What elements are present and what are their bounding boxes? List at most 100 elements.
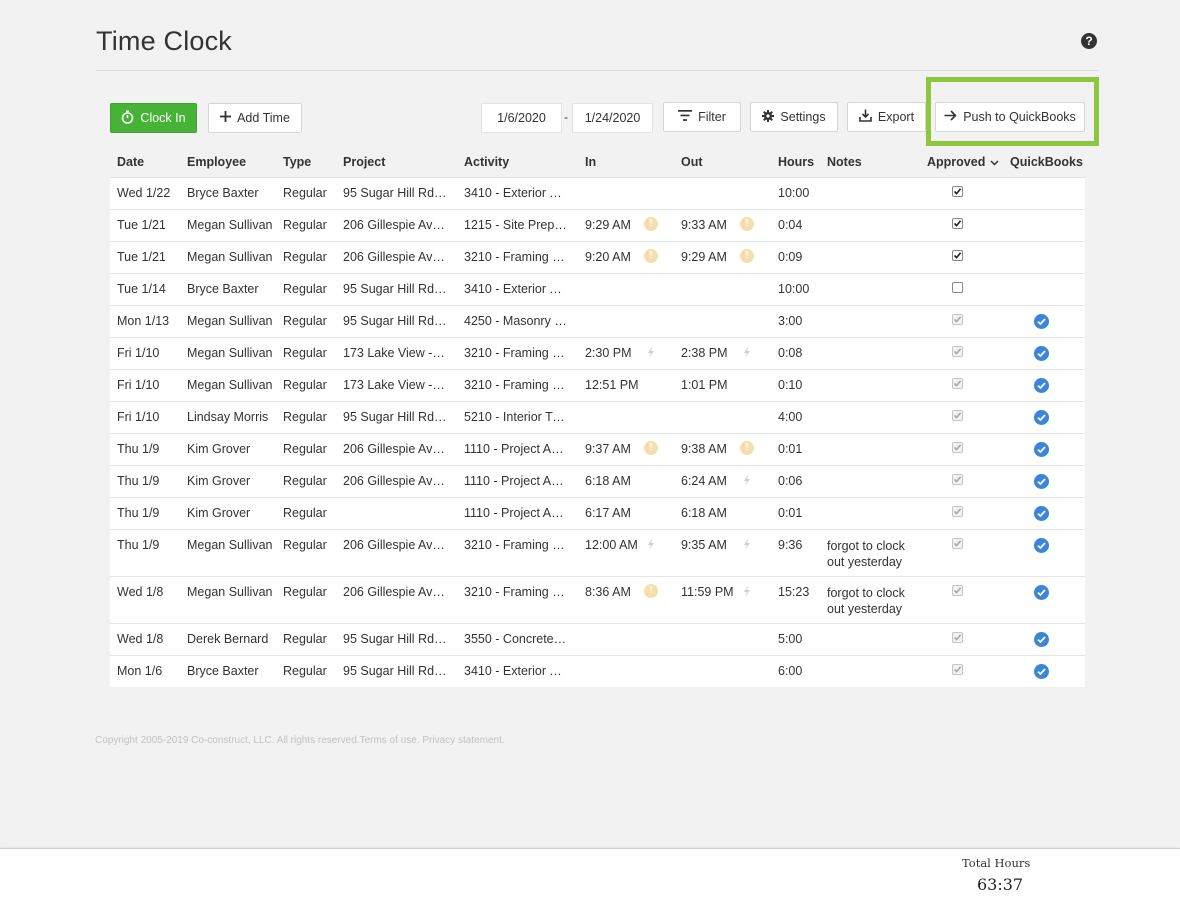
header-out[interactable]: Out — [681, 155, 703, 169]
export-button[interactable]: Export — [847, 102, 926, 132]
cell-date: Tue 1/21 — [117, 218, 166, 232]
cell-in: 9:20 AM — [585, 250, 631, 264]
cell-hours: 0:01 — [778, 506, 803, 520]
filter-icon — [678, 110, 693, 124]
cell-employee: Bryce Baxter — [187, 282, 259, 296]
warning-icon[interactable]: ! — [740, 249, 754, 263]
table-row[interactable]: Fri 1/10 Megan Sullivan Regular 173 Lake Vi… — [110, 337, 1085, 369]
lightning-bolt-icon[interactable] — [740, 584, 754, 598]
approved-checkbox — [952, 346, 963, 357]
clock-in-label: Clock In — [140, 111, 186, 125]
approved-checkbox[interactable] — [952, 218, 963, 229]
header-approved[interactable]: Approved — [927, 155, 999, 169]
quickbooks-synced-icon — [1034, 410, 1049, 425]
lightning-bolt-icon[interactable] — [644, 345, 658, 359]
filter-button[interactable]: Filter — [663, 102, 741, 132]
terms-link[interactable]: Terms of use. — [360, 735, 420, 746]
cell-type: Regular — [283, 442, 327, 456]
cell-activity: 3210 - Framing Labor — [464, 585, 567, 599]
total-hours-value: 63:37 — [977, 875, 1024, 894]
cell-activity: 5210 - Interior Trim — [464, 410, 567, 424]
warning-icon[interactable]: ! — [644, 584, 658, 598]
cell-out: 2:38 PM — [681, 346, 728, 360]
table-row[interactable]: Tue 1/21 Megan Sullivan Regular 206 Gillesp… — [110, 241, 1085, 273]
table-row[interactable]: Fri 1/10 Lindsay Morris Regular 95 Sugar Hi… — [110, 401, 1085, 433]
end-date-field[interactable]: 1/24/2020 — [572, 103, 653, 133]
header-in[interactable]: In — [585, 155, 596, 169]
table-row[interactable]: Thu 1/9 Kim Grover Regular 1110 - Project A… — [110, 497, 1085, 529]
approved-checkbox — [952, 442, 963, 453]
header-hours[interactable]: Hours — [778, 155, 814, 169]
time-entries-table: Date Employee Type Project Activity In O… — [110, 147, 1085, 687]
approved-checkbox[interactable] — [952, 250, 963, 261]
table-row[interactable]: Thu 1/9 Kim Grover Regular 206 Gillespie Av… — [110, 433, 1085, 465]
approved-checkbox — [952, 538, 963, 549]
cell-date: Fri 1/10 — [117, 378, 160, 392]
cell-type: Regular — [283, 585, 327, 599]
table-row[interactable]: Mon 1/6 Bryce Baxter Regular 95 Sugar Hill … — [110, 655, 1085, 687]
table-row[interactable]: Wed 1/8 Megan Sullivan Regular 206 Gillespi… — [110, 576, 1085, 623]
approved-checkbox[interactable] — [952, 186, 963, 197]
cell-date: Thu 1/9 — [117, 538, 160, 552]
cell-activity: 3210 - Framing Labor — [464, 250, 567, 264]
clock-in-button[interactable]: Clock In — [110, 103, 197, 133]
warning-icon[interactable]: ! — [740, 441, 754, 455]
approved-checkbox[interactable] — [952, 282, 963, 293]
warning-icon[interactable]: ! — [644, 217, 658, 231]
cell-project: 206 Gillespie Ave - Kim Grover — [343, 442, 448, 456]
header-employee[interactable]: Employee — [187, 155, 246, 169]
title-divider — [96, 70, 1099, 71]
cell-employee: Megan Sullivan — [187, 585, 273, 599]
header-quickbooks[interactable]: QuickBooks — [1010, 155, 1083, 169]
cell-hours: 0:06 — [778, 474, 803, 488]
table-row[interactable]: Tue 1/14 Bryce Baxter Regular 95 Sugar Hill… — [110, 273, 1085, 305]
settings-label: Settings — [780, 110, 826, 124]
approved-checkbox — [952, 378, 963, 389]
lightning-bolt-icon[interactable] — [740, 345, 754, 359]
table-row[interactable]: Thu 1/9 Megan Sullivan Regular 206 Gillespi… — [110, 529, 1085, 576]
lightning-bolt-icon[interactable] — [644, 537, 658, 551]
cell-employee: Megan Sullivan — [187, 250, 273, 264]
lightning-bolt-icon[interactable] — [740, 537, 754, 551]
warning-icon[interactable]: ! — [740, 217, 754, 231]
help-icon[interactable]: ? — [1081, 33, 1097, 49]
cell-type: Regular — [283, 664, 327, 678]
privacy-link[interactable]: Privacy statement. — [422, 735, 504, 746]
table-row[interactable]: Wed 1/22 Bryce Baxter Regular 95 Sugar Hill… — [110, 177, 1085, 209]
header-activity[interactable]: Activity — [464, 155, 509, 169]
warning-icon[interactable]: ! — [644, 441, 658, 455]
cell-project: 95 Sugar Hill Rd. - Bryce Baxter — [343, 664, 448, 678]
header-project[interactable]: Project — [343, 155, 385, 169]
cell-project: 95 Sugar Hill Rd. - Bryce Baxter — [343, 282, 448, 296]
approved-checkbox — [952, 474, 963, 485]
table-row[interactable]: Thu 1/9 Kim Grover Regular 206 Gillespie Av… — [110, 465, 1085, 497]
push-to-quickbooks-button[interactable]: Push to QuickBooks — [935, 102, 1085, 132]
header-notes[interactable]: Notes — [827, 155, 862, 169]
cell-date: Thu 1/9 — [117, 506, 160, 520]
cell-employee: Kim Grover — [187, 442, 251, 456]
cell-in: 6:17 AM — [585, 506, 631, 520]
cell-project: 173 Lake View - Garage — [343, 346, 448, 360]
table-row[interactable]: Mon 1/13 Megan Sullivan Regular 95 Sugar Hi… — [110, 305, 1085, 337]
warning-icon[interactable]: ! — [644, 249, 658, 263]
settings-button[interactable]: Settings — [750, 102, 838, 132]
lightning-bolt-icon[interactable] — [740, 473, 754, 487]
table-row[interactable]: Wed 1/8 Derek Bernard Regular 95 Sugar Hill… — [110, 623, 1085, 655]
approved-checkbox — [952, 664, 963, 675]
stopwatch-icon — [121, 110, 134, 127]
header-date[interactable]: Date — [117, 155, 144, 169]
cell-project: 206 Gillespie Ave - Megan Sullivan — [343, 218, 448, 232]
start-date-field[interactable]: 1/6/2020 — [481, 103, 562, 133]
table-row[interactable]: Tue 1/21 Megan Sullivan Regular 206 Gillesp… — [110, 209, 1085, 241]
arrow-right-icon — [944, 110, 957, 124]
cell-hours: 0:09 — [778, 250, 803, 264]
cell-in: 12:51 PM — [585, 378, 639, 392]
table-row[interactable]: Fri 1/10 Megan Sullivan Regular 173 Lake Vi… — [110, 369, 1085, 401]
cell-date: Wed 1/8 — [117, 585, 164, 599]
header-type[interactable]: Type — [283, 155, 311, 169]
cell-in: 9:37 AM — [585, 442, 631, 456]
cell-out: 11:59 PM — [681, 585, 734, 599]
cell-employee: Megan Sullivan — [187, 314, 273, 328]
cell-date: Thu 1/9 — [117, 474, 160, 488]
add-time-button[interactable]: Add Time — [208, 103, 302, 133]
